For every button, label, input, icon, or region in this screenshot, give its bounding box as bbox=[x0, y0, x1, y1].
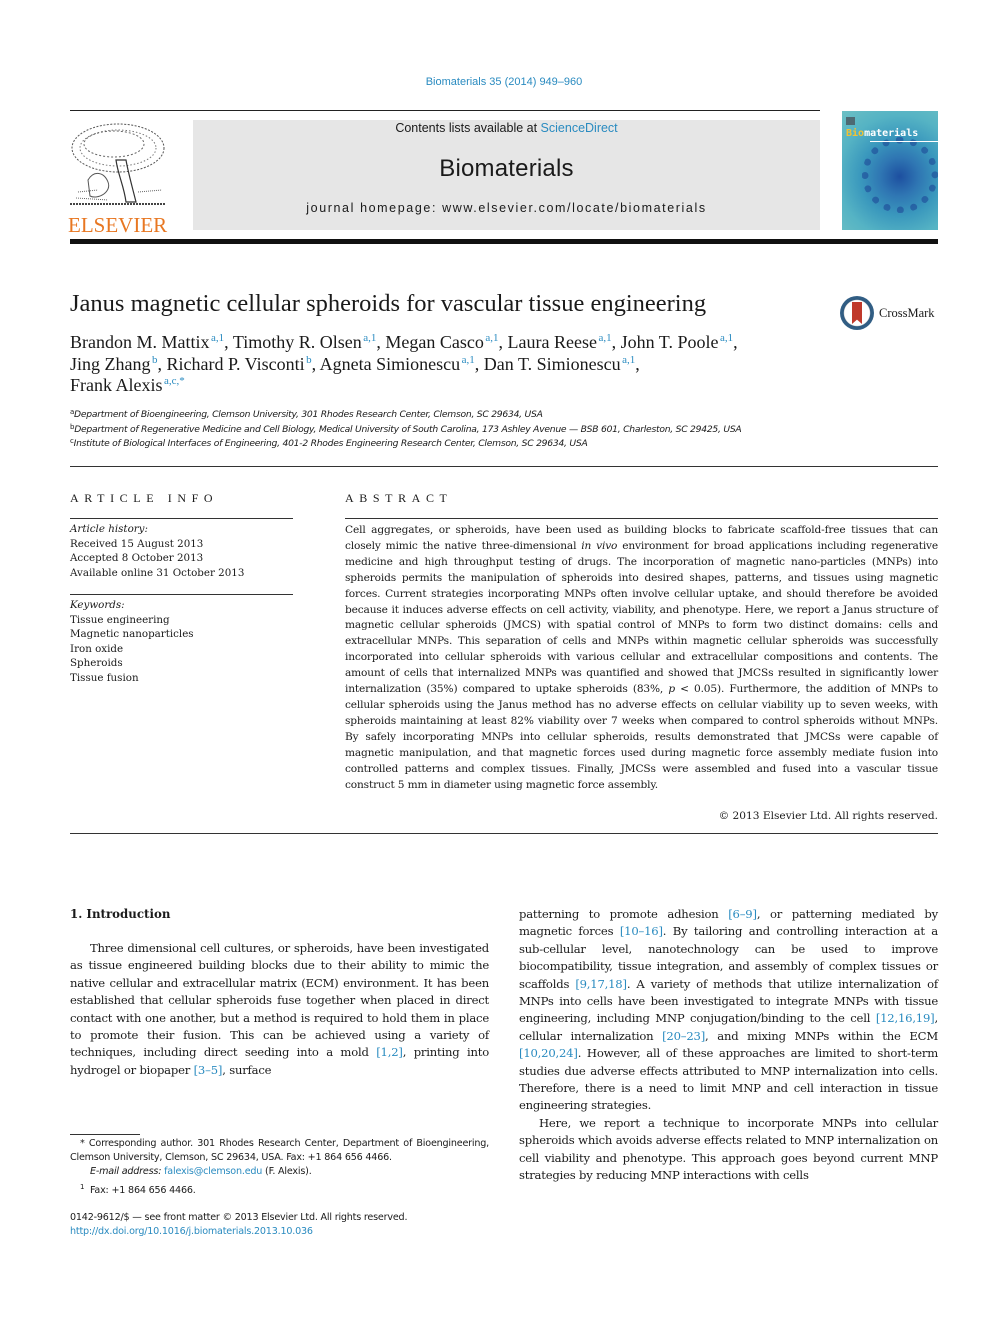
author[interactable]: John T. Poole a,1 bbox=[621, 332, 734, 352]
affiliation: aDepartment of Bioengineering, Clemson U… bbox=[70, 408, 543, 421]
intro-paragraph: Three dimensional cell cultures, or sphe… bbox=[70, 941, 489, 1077]
history-item: Received 15 August 2013 bbox=[70, 537, 204, 550]
journal-title: Biomaterials bbox=[439, 155, 574, 182]
elsevier-tree-icon bbox=[68, 120, 168, 208]
journal-homepage[interactable]: journal homepage: www.elsevier.com/locat… bbox=[193, 201, 820, 215]
history-label: Article history: bbox=[70, 523, 148, 535]
author[interactable]: Laura Reese a,1 bbox=[508, 332, 612, 352]
issn-line: 0142-9612/$ — see front matter © 2013 El… bbox=[70, 1212, 408, 1223]
elsevier-wordmark: ELSEVIER bbox=[68, 213, 168, 237]
intro-paragraph: patterning to promote adhesion [6–9], or… bbox=[519, 907, 938, 1113]
email-note: E-mail address: falexis@clemson.edu (F. … bbox=[90, 1166, 312, 1178]
crossmark-icon bbox=[840, 296, 874, 330]
keywords-label: Keywords: bbox=[70, 599, 125, 611]
keyword: Iron oxide bbox=[70, 642, 124, 655]
footnote-rule bbox=[70, 1134, 140, 1135]
contents-prefix: Contents lists available at bbox=[395, 121, 541, 135]
article-info-rule bbox=[70, 518, 293, 519]
article-history: Article history: Received 15 August 2013… bbox=[70, 522, 300, 580]
keywords-rule bbox=[70, 594, 293, 595]
doi-link[interactable]: http://dx.doi.org/10.1016/j.biomaterials… bbox=[70, 1225, 570, 1239]
keyword: Spheroids bbox=[70, 657, 123, 669]
cover-pattern bbox=[862, 137, 938, 213]
affiliation: cInstitute of Biological Interfaces of E… bbox=[70, 437, 588, 450]
journal-cover-image[interactable]: Biomaterials bbox=[842, 111, 938, 230]
history-item: Accepted 8 October 2013 bbox=[70, 552, 204, 564]
author[interactable]: Frank Alexis a,c,* bbox=[70, 375, 185, 395]
section-rule bbox=[70, 466, 938, 467]
article-title: Janus magnetic cellular spheroids for va… bbox=[70, 290, 707, 317]
reference-link[interactable]: [10–16] bbox=[620, 924, 663, 938]
abstract-bottom-rule bbox=[70, 833, 938, 834]
author[interactable]: Brandon M. Mattix a,1 bbox=[70, 332, 224, 352]
intro-paragraph: Here, we report a technique to incorpora… bbox=[519, 1115, 938, 1183]
author[interactable]: Jing Zhang b bbox=[70, 354, 158, 374]
cover-rule bbox=[870, 141, 938, 142]
history-item: Available online 31 October 2013 bbox=[70, 566, 245, 579]
cover-logo-mark bbox=[846, 117, 855, 125]
article-info-heading: ARTICLE INFO bbox=[70, 491, 219, 505]
header-thick-rule bbox=[70, 239, 938, 244]
issn-block: 0142-9612/$ — see front matter © 2013 El… bbox=[70, 1211, 570, 1239]
crossmark-label: CrossMark bbox=[879, 305, 935, 320]
reference-link[interactable]: [1,2] bbox=[376, 1045, 403, 1059]
cover-title: Biomaterials bbox=[846, 128, 919, 139]
abstract-heading: ABSTRACT bbox=[345, 491, 453, 505]
email-link[interactable]: falexis@clemson.edu bbox=[164, 1166, 262, 1177]
crossmark-button[interactable]: CrossMark bbox=[840, 296, 935, 330]
header-rule bbox=[70, 110, 820, 111]
reference-link[interactable]: [6–9] bbox=[728, 907, 757, 921]
contents-line: Contents lists available at ScienceDirec… bbox=[193, 121, 820, 135]
abstract-copyright: © 2013 Elsevier Ltd. All rights reserved… bbox=[718, 810, 938, 822]
keywords: Keywords: Tissue engineering Magnetic na… bbox=[70, 598, 300, 685]
abstract-rule bbox=[345, 518, 938, 519]
corresponding-author-note: * Corresponding author. 301 Rhodes Resea… bbox=[70, 1138, 489, 1164]
reference-link[interactable]: [12,16,19] bbox=[876, 1011, 935, 1025]
journal-masthead: Contents lists available at ScienceDirec… bbox=[193, 120, 820, 230]
affiliations: aDepartment of Bioengineering, Clemson U… bbox=[70, 408, 890, 452]
affiliation: bDepartment of Regenerative Medicine and… bbox=[70, 422, 742, 435]
journal-citation-link[interactable]: Biomaterials 35 (2014) 949–960 bbox=[0, 76, 992, 88]
author-list: Brandon M. Mattix a,1, Timothy R. Olsen … bbox=[70, 332, 738, 395]
elsevier-logo[interactable]: ELSEVIER bbox=[68, 120, 172, 236]
reference-link[interactable]: [9,17,18] bbox=[575, 977, 627, 991]
keyword: Magnetic nanoparticles bbox=[70, 628, 194, 640]
author[interactable]: Richard P. Visconti b bbox=[167, 354, 312, 374]
keyword: Tissue fusion bbox=[70, 671, 139, 684]
author[interactable]: Agneta Simionescu a,1 bbox=[320, 354, 475, 374]
author[interactable]: Megan Casco a,1 bbox=[385, 332, 498, 352]
reference-link[interactable]: [3–5] bbox=[194, 1063, 223, 1077]
abstract-text: Cell aggregates, or spheroids, have been… bbox=[345, 524, 939, 791]
keyword: Tissue engineering bbox=[70, 613, 170, 626]
reference-link[interactable]: [10,20,24] bbox=[519, 1046, 578, 1060]
author[interactable]: Dan T. Simionescu a,1 bbox=[484, 354, 635, 374]
fax-note: 1 Fax: +1 864 656 4466. bbox=[80, 1182, 196, 1196]
footnotes: * Corresponding author. 301 Rhodes Resea… bbox=[70, 1137, 489, 1198]
introduction-heading: 1. Introduction bbox=[70, 907, 171, 921]
sciencedirect-link[interactable]: ScienceDirect bbox=[541, 121, 618, 135]
reference-link[interactable]: [20–23] bbox=[662, 1029, 705, 1043]
intro-column-right: patterning to promote adhesion [6–9], or… bbox=[519, 906, 938, 1185]
author[interactable]: Timothy R. Olsen a,1 bbox=[233, 332, 377, 352]
